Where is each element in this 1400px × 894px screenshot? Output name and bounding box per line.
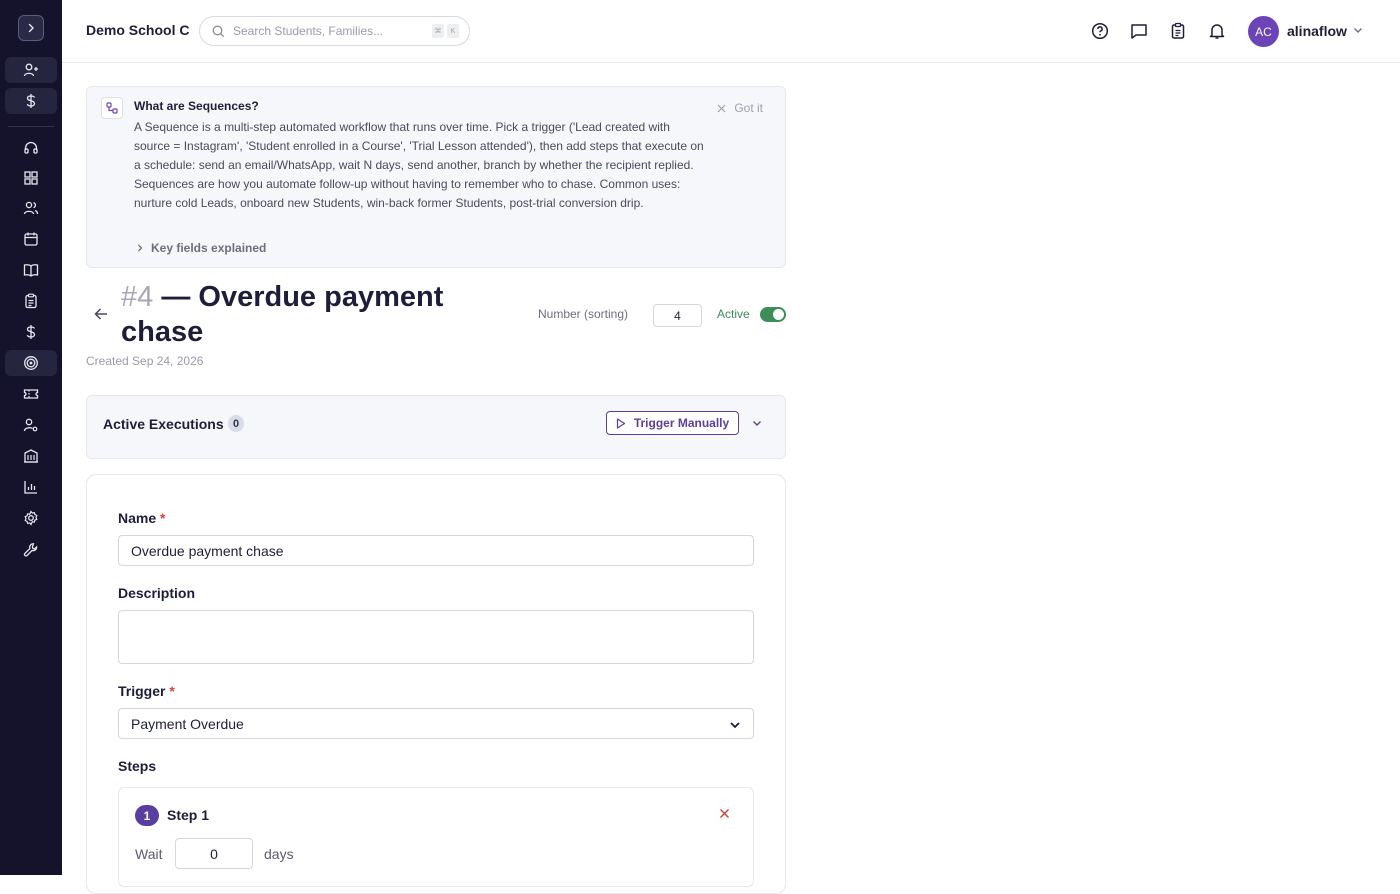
dollar-icon	[26, 325, 36, 339]
name-input[interactable]: Overdue payment chase	[118, 535, 754, 566]
chevron-right-icon	[28, 23, 34, 33]
wait-label: Wait	[135, 846, 163, 862]
user-name[interactable]: alinaflow	[1287, 23, 1347, 39]
info-body: A Sequence is a multi-step automated wor…	[134, 120, 704, 210]
ticket-icon	[23, 389, 39, 399]
sidebar-item-support[interactable]	[5, 135, 57, 161]
active-executions-title: Active Executions	[103, 416, 224, 432]
shortcut-key-cmd: ⌘	[432, 24, 444, 38]
number-sorting-input[interactable]: 4	[653, 304, 702, 327]
gear-icon	[24, 510, 38, 526]
chevron-right-icon	[138, 244, 143, 252]
chevron-down-icon[interactable]	[751, 417, 763, 429]
shortcut-key-k: K	[447, 24, 459, 38]
sidebar-item-courses[interactable]	[5, 257, 57, 283]
sidebar-item-tasks[interactable]	[5, 288, 57, 314]
users-icon	[23, 201, 39, 215]
name-label: Name *	[118, 510, 166, 526]
trigger-manually-button[interactable]: Trigger Manually	[606, 411, 739, 435]
wait-days-input[interactable]: 0	[175, 838, 253, 869]
trigger-manually-label: Trigger Manually	[633, 416, 730, 430]
sequence-icon	[101, 97, 123, 119]
trigger-select[interactable]: Payment Overdue	[118, 708, 754, 739]
back-arrow-icon[interactable]	[94, 307, 108, 321]
steps-label: Steps	[118, 758, 157, 774]
building-icon	[24, 449, 38, 463]
clipboard-icon	[25, 293, 37, 309]
sequences-info-banner: What are Sequences? A Sequence is a mult…	[86, 86, 786, 268]
sidebar-item-dashboard[interactable]	[5, 165, 57, 191]
sequence-title: — Overdue payment chase	[121, 281, 444, 348]
trigger-label: Trigger *	[118, 683, 175, 699]
school-name[interactable]: Demo School C	[86, 22, 189, 38]
headset-icon	[24, 141, 38, 154]
search-placeholder: Search Students, Families...	[233, 24, 384, 38]
sidebar-divider	[8, 126, 54, 127]
search-icon	[212, 25, 225, 37]
created-date: Created Sep 24, 2026	[86, 354, 204, 368]
description-label: Description	[118, 585, 196, 601]
wrench-icon	[23, 543, 38, 557]
active-toggle[interactable]	[760, 307, 786, 322]
chat-icon[interactable]	[1130, 22, 1148, 40]
key-fields-toggle[interactable]: Key fields explained	[136, 241, 266, 255]
chevron-down-icon	[730, 722, 740, 729]
sequence-number: #4	[121, 281, 154, 313]
days-label: days	[264, 846, 294, 862]
dashboard-icon	[24, 171, 38, 185]
play-icon	[616, 417, 625, 429]
step-card: 1 Step 1 Wait 0 days	[118, 787, 754, 887]
sidebar-item-tools[interactable]	[5, 537, 57, 563]
key-fields-label: Key fields explained	[151, 241, 267, 255]
description-textarea[interactable]	[118, 610, 754, 664]
bell-icon[interactable]	[1208, 22, 1226, 40]
dollar-icon	[26, 94, 36, 108]
sidebar-item-tickets[interactable]	[5, 381, 57, 407]
sidebar-item-payment[interactable]	[5, 88, 57, 114]
got-it-label: Got it	[734, 101, 763, 115]
user-settings-icon	[23, 418, 38, 432]
active-executions-panel: Active Executions 0 Trigger Manually	[86, 395, 786, 459]
sidebar-item-staff[interactable]	[5, 412, 57, 438]
calendar-icon	[24, 232, 38, 246]
avatar[interactable]: AC	[1248, 16, 1279, 47]
remove-step-icon[interactable]	[719, 808, 730, 819]
sidebar-item-add-lead[interactable]	[5, 57, 57, 83]
close-icon	[717, 104, 726, 112]
target-icon	[24, 356, 38, 370]
sequence-form: Name * Overdue payment chase Description…	[86, 474, 786, 894]
sidebar-item-finance[interactable]	[5, 319, 57, 345]
executions-count-badge: 0	[228, 415, 244, 432]
page-title: #4 — Overdue payment chase	[121, 280, 491, 350]
active-label: Active	[717, 307, 750, 321]
search-input[interactable]: Search Students, Families... ⌘ K	[199, 16, 470, 46]
trigger-select-value: Payment Overdue	[131, 715, 244, 732]
sidebar-item-calendar[interactable]	[5, 226, 57, 252]
sidebar-expand-button[interactable]	[18, 15, 44, 41]
sidebar-item-organization[interactable]	[5, 443, 57, 469]
user-plus-icon	[23, 63, 38, 77]
got-it-button[interactable]: Got it	[717, 101, 763, 115]
sidebar-item-reports[interactable]	[5, 474, 57, 500]
sidebar-item-sequences[interactable]	[5, 350, 57, 376]
step-number-badge: 1	[135, 805, 159, 826]
sidebar-item-people[interactable]	[5, 195, 57, 221]
number-sorting-label: Number (sorting)	[538, 307, 629, 321]
info-title: What are Sequences?	[134, 99, 259, 113]
help-icon[interactable]	[1091, 22, 1109, 40]
sidebar-item-settings[interactable]	[5, 505, 57, 531]
step-title: Step 1	[167, 807, 210, 823]
bar-chart-icon	[24, 481, 37, 494]
book-icon	[23, 264, 39, 277]
top-bar: Demo School C Search Students, Families.…	[62, 0, 1400, 63]
sidebar	[0, 0, 62, 875]
chevron-down-icon[interactable]	[1352, 24, 1364, 36]
clipboard-icon[interactable]	[1169, 22, 1187, 40]
